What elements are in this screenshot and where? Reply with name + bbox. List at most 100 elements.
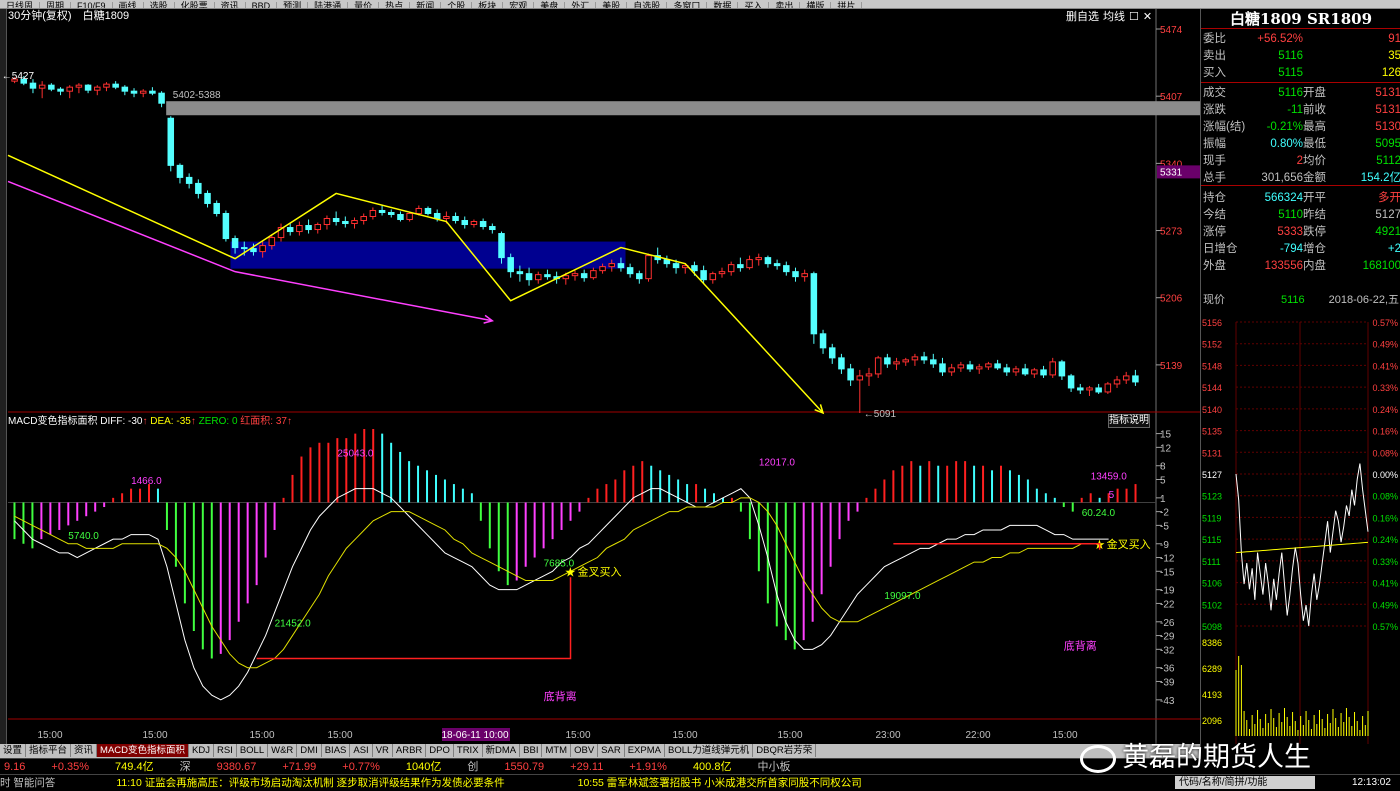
toolbar-button[interactable]: 热点 xyxy=(379,2,411,8)
price-axis: 5474540753405273520651395331 xyxy=(1156,25,1200,372)
indicator-tab[interactable]: BIAS xyxy=(322,744,351,757)
code-search-input[interactable]: 代码/名称/简拼/功能 xyxy=(1175,776,1315,789)
indicator-tab[interactable]: VR xyxy=(373,744,393,757)
indicator-tab[interactable]: DMI xyxy=(297,744,322,757)
indicator-tab[interactable]: ARBR xyxy=(393,744,427,757)
news-item[interactable]: 11:10 证监会再施高压：评级市场启动淘汰机制 逐步取消评级结果作为发债必要条… xyxy=(116,777,504,789)
candle-body xyxy=(66,86,73,92)
candle-body xyxy=(1040,369,1047,376)
time-tick-label: 15:00 xyxy=(327,730,352,741)
candle-body xyxy=(323,218,331,226)
toolbar-button[interactable]: F10/F9 xyxy=(71,2,113,8)
candle-body xyxy=(975,366,983,370)
tick-price-label: 5156 xyxy=(1202,318,1222,328)
candle-body xyxy=(415,207,423,214)
toolbar-button[interactable]: 画线 xyxy=(113,2,144,8)
toolbar-button[interactable]: 新闻 xyxy=(410,2,442,8)
quote-row: 现手 2 均价 5112 xyxy=(1201,153,1400,170)
indicator-tab[interactable]: MACD变色指标面积 xyxy=(97,744,190,757)
toolbar-button[interactable]: 陆港通 xyxy=(308,2,349,8)
indicator-tab[interactable]: DPO xyxy=(426,744,454,757)
market-index-value: +0.77% xyxy=(342,761,380,773)
indicator-tab[interactable]: 新DMA xyxy=(483,744,521,757)
indicator-tab[interactable]: SAR xyxy=(598,744,625,757)
price-chart[interactable]: 5402-5388 ←5427←5091 5474540753405273520… xyxy=(0,9,1200,744)
toolbar-button[interactable]: 拼片 xyxy=(831,2,863,8)
candle-body xyxy=(773,263,781,267)
quote-field-value: 168100 xyxy=(1362,260,1400,272)
indicator-tab[interactable]: MTM xyxy=(542,744,572,757)
candle-body xyxy=(250,248,257,253)
toolbar-button[interactable]: 周期 xyxy=(40,2,72,8)
toolbar-button[interactable]: BBD xyxy=(246,2,278,8)
volume-tick-label: 2096 xyxy=(1202,716,1222,726)
indicator-tab[interactable]: OBV xyxy=(571,744,599,757)
indicator-tab[interactable]: ASI xyxy=(350,744,373,757)
macd-tick-label: -2 xyxy=(1160,508,1169,519)
toolbar-button[interactable]: 个股 xyxy=(441,2,473,8)
quote-row: 涨停 5333 跌停 4921 xyxy=(1201,224,1400,241)
toolbar-button[interactable]: 美盘 xyxy=(534,2,566,8)
toolbar-button[interactable]: 板块 xyxy=(472,2,504,8)
toolbar-button[interactable]: 宏观 xyxy=(503,2,535,8)
macd-area-label: 19097.0 xyxy=(884,591,921,602)
tick-price-label: 5127 xyxy=(1202,470,1222,480)
candle-body xyxy=(672,263,680,269)
toolbar-button[interactable]: 量价 xyxy=(348,2,380,8)
candle-body xyxy=(1021,368,1029,375)
news-item[interactable]: 10:55 雷军林斌签署招股书 小米成港交所首家同股不同权公司 xyxy=(578,777,862,789)
time-tick-label: 22:00 xyxy=(965,730,990,741)
indicator-tab[interactable]: W&R xyxy=(268,744,298,757)
indicator-help-button[interactable]: 指标说明 xyxy=(1108,414,1150,428)
toolbar-button[interactable]: 卖出 xyxy=(769,2,801,8)
macd-area-label: 25043.0 xyxy=(337,449,374,460)
indicator-tab[interactable]: RSI xyxy=(214,744,237,757)
toolbar-button[interactable]: 日线周 xyxy=(0,2,41,8)
candle-body xyxy=(847,368,854,381)
quote-field-label: 涨幅(结) xyxy=(1203,121,1246,133)
toolbar-button[interactable]: 多窗口 xyxy=(667,2,708,8)
candle-body xyxy=(342,221,349,225)
toolbar-button[interactable]: 化股票 xyxy=(175,2,215,8)
candle-body xyxy=(819,333,827,349)
candle-body xyxy=(185,176,193,184)
toolbar-button[interactable]: 外汇 xyxy=(565,2,597,8)
indicator-tab[interactable]: TRIX xyxy=(454,744,483,757)
quote-field-value: 5333 xyxy=(1277,226,1303,238)
indicator-tab[interactable]: BBI xyxy=(520,744,543,757)
candle-body xyxy=(130,90,138,94)
quote-field-label: 前收 xyxy=(1303,104,1326,116)
quote-field-value: 133556 xyxy=(1264,260,1303,272)
candle-body xyxy=(84,84,92,91)
indicator-tab[interactable]: 资讯 xyxy=(71,744,98,757)
intraday-tick-chart[interactable]: 5156 0.57% 5152 0.49% 5148 0.41% 5144 0.33% 5140… xyxy=(1200,316,1400,744)
indicator-tab[interactable]: 设置 xyxy=(0,744,27,757)
toolbar-button[interactable]: 数据 xyxy=(707,2,739,8)
quote-row: 涨幅(结) -0.21% 最高 5130 xyxy=(1201,119,1400,136)
indicator-tab[interactable]: DBQR岩芳荣 xyxy=(753,744,817,757)
toolbar-button[interactable]: 自选股 xyxy=(627,2,668,8)
macd-tick-label: -26 xyxy=(1160,618,1175,629)
candle-body xyxy=(874,357,882,375)
candle-body xyxy=(406,212,413,221)
smart-qa-link[interactable]: 时 智能问答 xyxy=(0,777,55,789)
indicator-tab[interactable]: BOLL力道线弹元机 xyxy=(665,744,754,757)
toolbar-button[interactable]: 选股 xyxy=(144,2,175,8)
indicator-tab[interactable]: KDJ xyxy=(189,744,214,757)
quote-field-label: 日增仓 xyxy=(1203,243,1238,255)
indicator-tab[interactable]: BOLL xyxy=(237,744,269,757)
indicator-tab[interactable]: EXPMA xyxy=(625,744,665,757)
toolbar-button[interactable]: 美股 xyxy=(596,2,628,8)
candle-body xyxy=(1003,367,1011,373)
quote-field-value: 5095 xyxy=(1375,138,1400,150)
candle-body xyxy=(516,271,524,275)
indicator-tab[interactable]: 指标平台 xyxy=(26,744,72,757)
candle-body xyxy=(801,273,808,278)
time-tick-label: 15:00 xyxy=(777,730,802,741)
toolbar-button[interactable]: 横版 xyxy=(800,2,832,8)
quote-field-label: 成交 xyxy=(1203,87,1226,99)
toolbar-button[interactable]: 买入 xyxy=(738,2,770,8)
toolbar-button[interactable]: 预测 xyxy=(277,2,309,8)
toolbar-button[interactable]: 资讯 xyxy=(215,2,246,8)
volume-tick-label: 8386 xyxy=(1202,638,1222,648)
